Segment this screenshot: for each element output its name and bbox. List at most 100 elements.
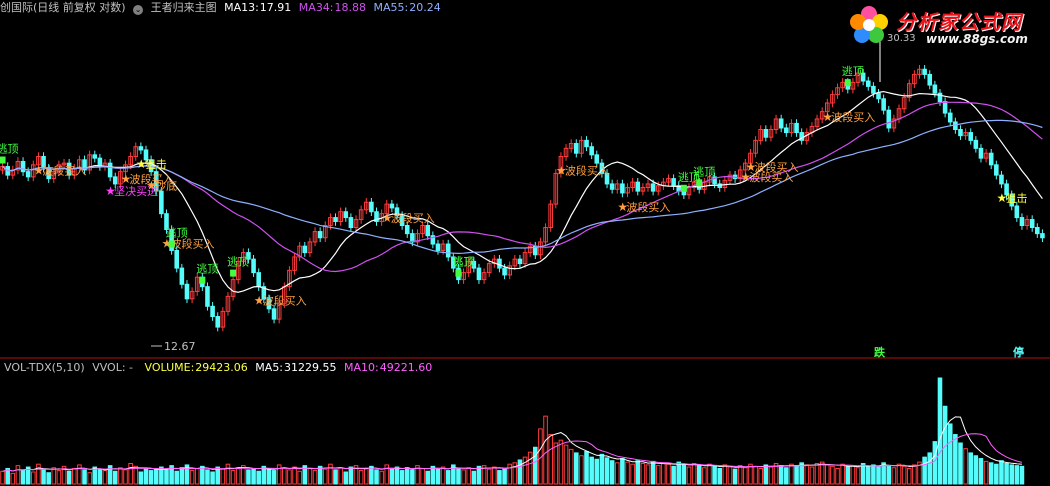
volume-bar [804,464,810,485]
volume-bar [901,465,907,485]
volume-bar [200,465,205,485]
volume-bar [691,463,697,485]
volume-bar [15,465,21,485]
volume-bar [661,462,666,485]
volume-bar [282,467,287,485]
volume-ma10-line [2,433,1023,472]
candle-body [404,225,410,235]
limit-down-label: 跌 [874,346,885,359]
volume-bar [937,377,943,485]
volume-bar [194,467,200,485]
candle-body [1019,217,1025,227]
volume-bar [56,470,62,485]
volume-bar [363,467,369,485]
volume-bar [51,467,57,485]
signal-label: 逃顶 [196,263,218,276]
volume-bar [778,465,784,485]
volume-bar [374,469,379,485]
volume-bar [133,465,139,485]
candle-body [968,132,974,141]
stock-title[interactable]: 创国际(日线 前复权 对数) [0,1,126,14]
vol-ma5-label: MA5: [255,361,284,374]
volume-bar [102,470,108,485]
volume-bar [845,466,851,485]
volume-bar [1019,465,1025,485]
volume-bar [445,470,451,485]
ma13-value: 17.91 [259,1,292,14]
site-logo[interactable]: 分析家公式网 www.88gs.com [844,2,1044,48]
candle-body [871,85,876,94]
volume-bar [128,463,133,485]
volume-bar [276,464,282,485]
volume-bar [932,441,938,485]
volume-bar [66,470,72,485]
candle-body [205,286,210,307]
vol-ma10-value: 49221.60 [379,361,433,374]
volume-bar [138,471,144,485]
candle-body [650,183,656,192]
signal-label: 抄底 [155,179,177,193]
volume-bar [71,467,77,485]
volume-bar [246,469,251,485]
volume-bar [220,468,226,485]
indicator-menu-icon[interactable]: ⌄ [133,5,144,15]
candle-body [179,267,185,285]
volume-bar [891,467,897,485]
candle-body [973,139,979,149]
volume-bar [784,467,789,485]
volume-bar [589,456,594,485]
volume-bar [794,465,799,485]
volume-indicator-name[interactable]: VOL-TDX(5,10) [4,361,85,374]
candle-body [584,139,589,148]
volume-bar [666,463,671,485]
candle-body [1040,233,1045,239]
volume-bar [435,468,441,485]
volume-bar [763,464,769,485]
volume-bar [732,468,738,485]
volume-bar [840,463,845,485]
candle-body [594,154,600,164]
logo-url: www.88gs.com [926,32,1028,46]
volume-bar [497,470,502,485]
signal-label: 逃顶 [227,256,249,269]
signal-label: 逃顶 [842,65,864,78]
volume-bar [1009,464,1014,485]
volume-bar [31,471,36,485]
signal-label: 波段买入 [565,163,609,177]
candle-body [1029,219,1035,229]
volume-bar [645,464,651,485]
volume-bar [118,467,123,485]
volume-bar [225,463,231,485]
indicator-name[interactable]: 王者归来主图 [151,1,217,14]
volume-bar [604,457,610,485]
candle-body [886,109,892,129]
candle-body [20,160,26,173]
volume-bar [835,467,840,485]
candle-body [25,171,31,178]
candle-body [251,258,256,274]
volume-bar [860,463,866,485]
candle-body [174,249,180,269]
ma55-value: 20.24 [409,1,441,14]
halt-label: 停 [1013,346,1024,359]
volume-moving-averages [2,416,1023,472]
candle-body [348,217,354,229]
volume-bar [1004,463,1009,485]
candle-body [922,68,927,75]
candle-body [256,272,261,288]
volume-bar [609,460,615,485]
ma34-value: 18.88 [334,1,367,14]
candle-body [876,92,881,100]
volume-bar [635,460,641,485]
signal-label: 波段买入 [263,294,307,308]
volume-bar [256,470,261,485]
volume-bar [271,470,277,485]
volume-bar [533,446,538,485]
volume-bar [999,460,1004,485]
volume-bar [410,469,415,485]
candle-body [784,127,789,134]
candle-body [184,283,190,300]
volume-bar [655,465,661,485]
candle-body [159,190,164,215]
volume-bar [809,466,815,485]
